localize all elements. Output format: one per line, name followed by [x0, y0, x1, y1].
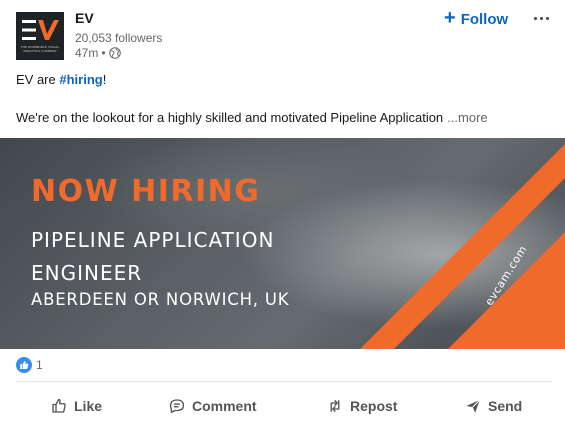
comment-icon — [169, 399, 185, 414]
like-label: Like — [74, 398, 103, 414]
actions-divider — [16, 381, 552, 382]
meta-separator: • — [101, 46, 106, 60]
post-meta: 47m • — [75, 46, 121, 60]
comment-button[interactable]: Comment — [168, 392, 257, 420]
logo-tagline: THE DOWNHOLE VISUAL ANALYTICS COMPANY — [20, 45, 60, 53]
post-body-line: We're on the lookout for a highly skille… — [16, 110, 551, 126]
follower-count: 20,053 followers — [75, 31, 163, 45]
banner-role: PIPELINE APPLICATION ENGINEER — [31, 224, 274, 290]
post-header: THE DOWNHOLE VISUAL ANALYTICS COMPANY EV… — [0, 0, 565, 66]
repost-icon — [330, 400, 340, 412]
reaction-summary[interactable]: 1 — [16, 356, 43, 374]
comment-label: Comment — [192, 398, 257, 414]
post-intro-line: EV are #hiring! — [16, 72, 551, 88]
follow-button[interactable]: + Follow — [444, 8, 508, 30]
send-button[interactable]: Send — [464, 392, 522, 420]
banner-role-line1: PIPELINE APPLICATION — [31, 228, 275, 252]
intro-suffix: ! — [102, 72, 107, 87]
thumbs-up-icon — [52, 398, 66, 413]
send-label: Send — [488, 398, 523, 414]
intro-prefix: EV are — [16, 72, 60, 87]
more-options-icon[interactable] — [531, 10, 551, 26]
repost-button[interactable]: Repost — [326, 392, 397, 420]
like-reaction-icon — [16, 357, 32, 373]
hashtag-link[interactable]: #hiring — [59, 72, 102, 87]
see-more-link[interactable]: ...more — [447, 110, 487, 125]
post-body: We're on the lookout for a highly skille… — [16, 110, 444, 125]
like-button[interactable]: Like — [50, 392, 102, 420]
post-image[interactable]: NOW HIRING PIPELINE APPLICATION ENGINEER… — [0, 138, 565, 349]
banner-location: ABERDEEN OR NORWICH, UK — [31, 290, 290, 309]
follow-label: Follow — [460, 10, 509, 28]
banner-headline: NOW HIRING — [31, 174, 261, 209]
send-icon — [466, 399, 481, 413]
plus-icon: + — [444, 7, 456, 29]
banner-role-line2: ENGINEER — [31, 261, 143, 285]
globe-icon — [108, 47, 121, 59]
post-time: 47m — [75, 46, 99, 60]
reaction-count: 1 — [36, 358, 43, 372]
social-action-bar: Like Comment Repost Send — [0, 388, 565, 424]
company-logo[interactable]: THE DOWNHOLE VISUAL ANALYTICS COMPANY — [16, 12, 64, 60]
ev-logo-mark — [22, 20, 59, 40]
post-text: EV are #hiring! We're on the lookout for… — [16, 72, 551, 126]
repost-label: Repost — [350, 398, 398, 414]
company-name[interactable]: EV — [75, 10, 94, 26]
